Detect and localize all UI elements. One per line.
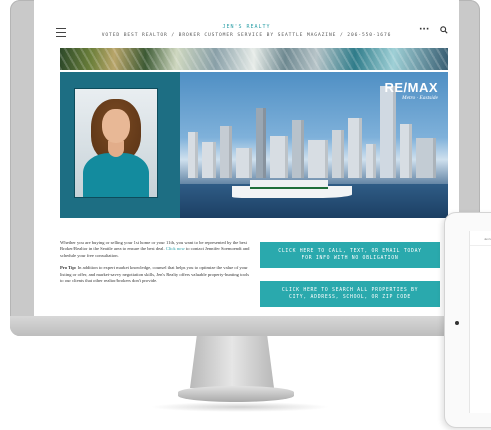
contact-cta-button[interactable]: CLICK HERE TO CALL, TEXT, OR EMAIL TODAY… <box>260 242 440 268</box>
site-tagline: VOTED BEST REALTOR / BROKER CUSTOMER SER… <box>101 33 392 38</box>
tablet-screen: Jen's <box>469 231 491 413</box>
intro-copy: Whether you are buying or selling your 1… <box>60 240 252 290</box>
monitor-chin <box>10 316 480 336</box>
tablet-device: Jen's <box>444 212 491 428</box>
monitor-screen: JEN'S REALTY VOTED BEST REALTOR / BROKER… <box>34 0 459 316</box>
stand-shadow <box>150 402 330 412</box>
seattle-skyline-photo: RE/MAX Metro · Eastside <box>180 72 448 218</box>
more-dots-icon[interactable]: ··· <box>419 26 429 35</box>
remax-logo: RE/MAX Metro · Eastside <box>384 80 438 101</box>
site-brand[interactable]: JEN'S REALTY <box>34 24 459 30</box>
click-now-link[interactable]: Click now <box>166 246 185 251</box>
hero-banner: RE/MAX Metro · Eastside <box>60 72 448 218</box>
tablet-home-button <box>455 321 459 325</box>
monitor-stand-foot <box>178 386 294 402</box>
search-properties-button[interactable]: CLICK HERE TO SEARCH ALL PROPERTIES BY C… <box>260 281 440 307</box>
agent-portrait <box>74 88 158 198</box>
intro-paragraph: Whether you are buying or selling your 1… <box>60 240 250 258</box>
monitor-stand-neck <box>190 336 274 388</box>
search-icon[interactable] <box>440 26 448 34</box>
header-photo-strip <box>60 48 448 70</box>
ferry-boat <box>232 180 352 198</box>
pro-tip-paragraph: Pro Tip: In addition to expert market kn… <box>60 265 250 284</box>
desktop-mockup: JEN'S REALTY VOTED BEST REALTOR / BROKER… <box>0 0 491 430</box>
portrait-panel <box>60 72 180 218</box>
site-header: JEN'S REALTY VOTED BEST REALTOR / BROKER… <box>34 0 459 50</box>
